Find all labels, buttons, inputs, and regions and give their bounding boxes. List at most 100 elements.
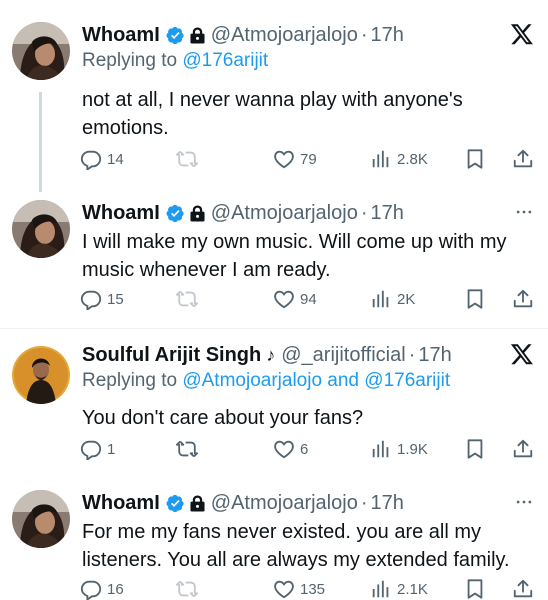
like-button[interactable]: 135 bbox=[273, 578, 325, 600]
action-bar: 16 135 2.1K bbox=[80, 578, 540, 600]
tweet-text: You don't care about your fans? bbox=[82, 407, 364, 429]
views-count: 2.1K bbox=[397, 580, 428, 598]
bookmark-button[interactable] bbox=[464, 438, 486, 460]
verified-badge-icon bbox=[166, 26, 185, 45]
views-icon bbox=[370, 438, 392, 460]
bookmark-button[interactable] bbox=[464, 578, 486, 600]
tweet-text: For me my fans never existed. you are al… bbox=[82, 521, 510, 571]
author-name[interactable]: WhoamI bbox=[82, 492, 160, 515]
x-logo-icon[interactable] bbox=[510, 342, 534, 366]
separator-dot: · bbox=[360, 491, 368, 514]
more-icon[interactable] bbox=[514, 202, 534, 222]
like-count: 6 bbox=[300, 440, 309, 458]
views-count: 2.8K bbox=[397, 150, 428, 168]
share-button[interactable] bbox=[512, 148, 534, 170]
views-button[interactable]: 1.9K bbox=[370, 438, 428, 460]
like-count: 79 bbox=[300, 150, 317, 168]
timestamp[interactable]: 17h bbox=[370, 202, 403, 225]
retweet-button[interactable] bbox=[176, 288, 198, 310]
share-icon bbox=[512, 288, 534, 310]
tweet-text: not at all, I never wanna play with anyo… bbox=[82, 89, 463, 139]
bookmark-icon bbox=[464, 438, 486, 460]
action-bar: 14 79 2.8K bbox=[80, 148, 540, 174]
reply-button[interactable]: 14 bbox=[80, 148, 124, 170]
retweet-button[interactable] bbox=[176, 438, 198, 460]
retweet-icon bbox=[176, 148, 198, 170]
more-icon[interactable] bbox=[514, 492, 534, 512]
avatar[interactable] bbox=[12, 346, 70, 404]
author-name[interactable]: Soulful Arijit Singh bbox=[82, 344, 261, 367]
thread-line bbox=[39, 92, 42, 192]
replying-to: Replying to @Atmojoarjalojo and @176arij… bbox=[82, 370, 450, 392]
separator-dot: · bbox=[408, 343, 416, 366]
bookmark-icon bbox=[464, 578, 486, 600]
like-icon bbox=[273, 438, 295, 460]
author-name[interactable]: WhoamI bbox=[82, 202, 160, 225]
action-bar: 15 94 2K bbox=[80, 288, 540, 314]
views-count: 2K bbox=[397, 290, 416, 308]
reply-button[interactable]: 1 bbox=[80, 438, 115, 460]
tweet-text: I will make my own music. Will come up w… bbox=[82, 231, 507, 281]
reply-count: 15 bbox=[107, 290, 124, 308]
lock-icon bbox=[190, 205, 205, 222]
views-icon bbox=[370, 148, 392, 170]
replying-prefix: Replying to bbox=[82, 370, 178, 391]
share-button[interactable] bbox=[512, 288, 534, 310]
reply-count: 16 bbox=[107, 580, 124, 598]
retweet-icon bbox=[176, 288, 198, 310]
verified-badge-icon bbox=[166, 494, 185, 513]
reply-icon bbox=[80, 148, 102, 170]
avatar[interactable] bbox=[12, 22, 70, 80]
share-button[interactable] bbox=[512, 578, 534, 600]
views-icon bbox=[370, 578, 392, 600]
x-logo-icon[interactable] bbox=[510, 22, 534, 46]
replying-prefix: Replying to bbox=[82, 50, 178, 71]
lock-icon bbox=[190, 495, 205, 512]
retweet-button[interactable] bbox=[176, 578, 198, 600]
reply-icon bbox=[80, 288, 102, 310]
retweet-button[interactable] bbox=[176, 148, 198, 170]
bookmark-icon bbox=[464, 288, 486, 310]
like-icon bbox=[273, 578, 295, 600]
bookmark-button[interactable] bbox=[464, 288, 486, 310]
bookmark-button[interactable] bbox=[464, 148, 486, 170]
views-button[interactable]: 2.8K bbox=[370, 148, 428, 170]
music-note-icon: ♪ bbox=[266, 344, 276, 365]
share-icon bbox=[512, 578, 534, 600]
reply-button[interactable]: 16 bbox=[80, 578, 124, 600]
views-button[interactable]: 2K bbox=[370, 288, 415, 310]
like-button[interactable]: 94 bbox=[273, 288, 317, 310]
share-icon bbox=[512, 148, 534, 170]
retweet-icon bbox=[176, 578, 198, 600]
share-button[interactable] bbox=[512, 438, 534, 460]
views-count: 1.9K bbox=[397, 440, 428, 458]
like-button[interactable]: 79 bbox=[273, 148, 317, 170]
replying-to-link[interactable]: @Atmojoarjalojo and @176arijit bbox=[182, 370, 450, 391]
replying-to-link[interactable]: @176arijit bbox=[182, 50, 268, 71]
like-icon bbox=[273, 288, 295, 310]
like-count: 94 bbox=[300, 290, 317, 308]
timestamp[interactable]: 17h bbox=[370, 492, 403, 515]
replying-to: Replying to @176arijit bbox=[82, 50, 268, 72]
timestamp[interactable]: 17h bbox=[418, 344, 451, 367]
action-bar: 1 6 1.9K bbox=[80, 438, 540, 464]
author-name[interactable]: WhoamI bbox=[82, 24, 160, 47]
share-icon bbox=[512, 438, 534, 460]
reply-count: 1 bbox=[107, 440, 116, 458]
reply-icon bbox=[80, 438, 102, 460]
author-handle[interactable]: @_arijitofficial bbox=[281, 344, 405, 367]
like-count: 135 bbox=[300, 580, 326, 598]
retweet-icon bbox=[176, 438, 198, 460]
author-handle[interactable]: @Atmojoarjalojo bbox=[211, 202, 358, 225]
separator-dot: · bbox=[360, 201, 368, 224]
reply-button[interactable]: 15 bbox=[80, 288, 124, 310]
author-handle[interactable]: @Atmojoarjalojo bbox=[211, 492, 358, 515]
author-handle[interactable]: @Atmojoarjalojo bbox=[211, 24, 358, 47]
like-button[interactable]: 6 bbox=[273, 438, 308, 460]
divider bbox=[0, 328, 548, 329]
avatar[interactable] bbox=[12, 200, 70, 258]
avatar[interactable] bbox=[12, 490, 70, 548]
timestamp[interactable]: 17h bbox=[370, 24, 403, 47]
reply-count: 14 bbox=[107, 150, 124, 168]
views-button[interactable]: 2.1K bbox=[370, 578, 428, 600]
